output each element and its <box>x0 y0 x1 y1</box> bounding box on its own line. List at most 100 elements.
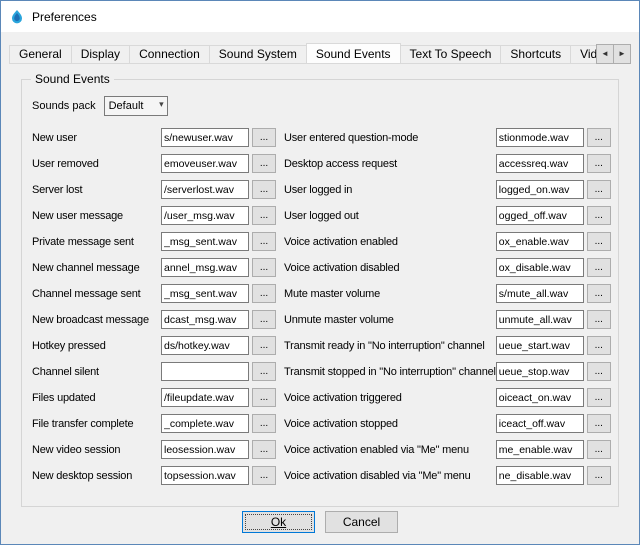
sound-file-input[interactable] <box>496 440 584 459</box>
sound-file-input[interactable] <box>496 128 584 147</box>
browse-button[interactable]: ... <box>587 362 611 381</box>
sound-file-input[interactable] <box>496 258 584 277</box>
sound-event-row: Desktop access request... <box>284 154 611 173</box>
sound-file-input[interactable] <box>496 154 584 173</box>
sound-file-input[interactable] <box>161 180 249 199</box>
browse-button[interactable]: ... <box>587 180 611 199</box>
browse-button[interactable]: ... <box>587 154 611 173</box>
browse-button[interactable]: ... <box>252 336 276 355</box>
tab-strip: GeneralDisplayConnectionSound SystemSoun… <box>9 42 631 63</box>
sound-file-input[interactable] <box>496 414 584 433</box>
sound-event-label: Server lost <box>32 184 161 196</box>
sound-event-row: Private message sent... <box>32 232 276 251</box>
sound-file-input[interactable] <box>161 154 249 173</box>
sound-event-label: Channel message sent <box>32 288 161 300</box>
sounds-pack-select[interactable]: Default ▾ <box>104 96 168 116</box>
tab-general[interactable]: General <box>9 45 72 63</box>
sound-event-label: File transfer complete <box>32 418 161 430</box>
browse-button[interactable]: ... <box>587 336 611 355</box>
browse-button[interactable]: ... <box>252 232 276 251</box>
browse-button[interactable]: ... <box>587 440 611 459</box>
tab-sound-events[interactable]: Sound Events <box>306 43 401 63</box>
sound-file-input[interactable] <box>161 206 249 225</box>
sound-file-input[interactable] <box>161 362 249 381</box>
browse-button[interactable]: ... <box>252 206 276 225</box>
sound-event-row: New broadcast message... <box>32 310 276 329</box>
sound-event-row: New user message... <box>32 206 276 225</box>
sound-file-input[interactable] <box>161 128 249 147</box>
browse-button[interactable]: ... <box>587 258 611 277</box>
browse-button[interactable]: ... <box>252 466 276 485</box>
browse-button[interactable]: ... <box>252 388 276 407</box>
browse-button[interactable]: ... <box>587 466 611 485</box>
sound-event-row: Channel message sent... <box>32 284 276 303</box>
browse-button[interactable]: ... <box>252 154 276 173</box>
sound-events-group: Sound Events Sounds pack Default ▾ New u… <box>21 79 619 507</box>
tab-scroll-right-button[interactable]: ► <box>613 44 631 64</box>
tab-bar: GeneralDisplayConnectionSound SystemSoun… <box>9 43 631 64</box>
sound-event-row: New desktop session... <box>32 466 276 485</box>
sound-event-label: Channel silent <box>32 366 161 378</box>
sound-file-input[interactable] <box>161 258 249 277</box>
cancel-button[interactable]: Cancel <box>325 511 398 533</box>
sound-file-input[interactable] <box>161 466 249 485</box>
browse-button[interactable]: ... <box>252 440 276 459</box>
sound-file-input[interactable] <box>496 466 584 485</box>
browse-button[interactable]: ... <box>252 284 276 303</box>
tab-connection[interactable]: Connection <box>129 45 210 63</box>
sound-event-label: Hotkey pressed <box>32 340 161 352</box>
browse-button[interactable]: ... <box>252 362 276 381</box>
sound-file-input[interactable] <box>496 362 584 381</box>
sound-event-row: Mute master volume... <box>284 284 611 303</box>
chevron-down-icon: ▾ <box>159 99 164 110</box>
sound-event-row: User logged out... <box>284 206 611 225</box>
tab-display[interactable]: Display <box>71 45 130 63</box>
browse-button[interactable]: ... <box>252 258 276 277</box>
sound-file-input[interactable] <box>161 388 249 407</box>
sound-file-input[interactable] <box>496 284 584 303</box>
sound-file-input[interactable] <box>496 180 584 199</box>
sound-file-input[interactable] <box>496 310 584 329</box>
tab-text-to-speech[interactable]: Text To Speech <box>400 45 502 63</box>
browse-button[interactable]: ... <box>587 206 611 225</box>
browse-button[interactable]: ... <box>252 310 276 329</box>
tab-sound-system[interactable]: Sound System <box>209 45 307 63</box>
sound-file-input[interactable] <box>496 206 584 225</box>
sound-file-input[interactable] <box>496 336 584 355</box>
sound-event-row: User entered question-mode... <box>284 128 611 147</box>
ok-button[interactable]: Ok <box>242 511 315 533</box>
browse-button[interactable]: ... <box>587 388 611 407</box>
sound-event-label: Unmute master volume <box>284 314 496 326</box>
preferences-window: Preferences GeneralDisplayConnectionSoun… <box>0 0 640 545</box>
browse-button[interactable]: ... <box>252 180 276 199</box>
tab-scroll-left-button[interactable]: ◄ <box>596 44 614 64</box>
events-column-right: User entered question-mode... Desktop acc… <box>284 128 611 492</box>
sound-event-row: Voice activation enabled... <box>284 232 611 251</box>
sound-event-label: Voice activation disabled <box>284 262 496 274</box>
browse-button[interactable]: ... <box>587 414 611 433</box>
sound-event-row: User logged in... <box>284 180 611 199</box>
sound-file-input[interactable] <box>496 388 584 407</box>
browse-button[interactable]: ... <box>587 310 611 329</box>
sound-event-label: Voice activation stopped <box>284 418 496 430</box>
sound-file-input[interactable] <box>161 232 249 251</box>
sound-event-row: New video session... <box>32 440 276 459</box>
browse-button[interactable]: ... <box>587 128 611 147</box>
sound-file-input[interactable] <box>496 232 584 251</box>
tab-scroll-control: ◄ ► <box>597 44 631 64</box>
tab-shortcuts[interactable]: Shortcuts <box>500 45 571 63</box>
sound-event-row: New channel message... <box>32 258 276 277</box>
browse-button[interactable]: ... <box>252 414 276 433</box>
sound-event-label: Mute master volume <box>284 288 496 300</box>
sound-event-label: Voice activation enabled <box>284 236 496 248</box>
sound-file-input[interactable] <box>161 336 249 355</box>
sound-file-input[interactable] <box>161 440 249 459</box>
browse-button[interactable]: ... <box>587 284 611 303</box>
browse-button[interactable]: ... <box>587 232 611 251</box>
sound-event-label: Transmit stopped in "No interruption" ch… <box>284 366 496 378</box>
sound-event-row: Server lost... <box>32 180 276 199</box>
sound-file-input[interactable] <box>161 284 249 303</box>
sound-file-input[interactable] <box>161 414 249 433</box>
browse-button[interactable]: ... <box>252 128 276 147</box>
sound-file-input[interactable] <box>161 310 249 329</box>
